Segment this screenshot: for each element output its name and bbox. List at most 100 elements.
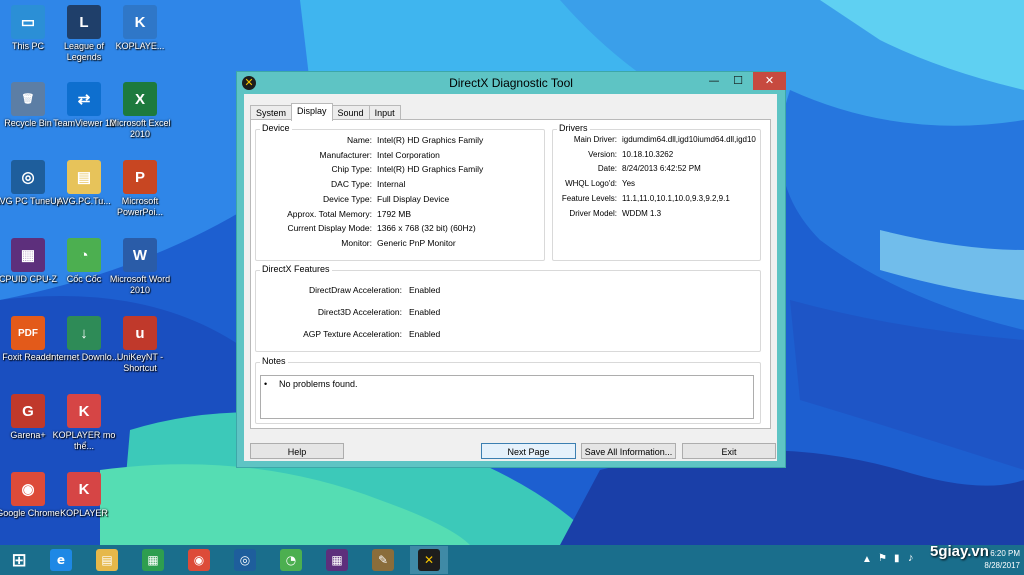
desktop-shortcut[interactable]: u UniKeyNT - Shortcut: [104, 316, 176, 374]
field-value: 10.18.10.3262: [622, 149, 674, 159]
taskbar-button[interactable]: ◔: [272, 546, 310, 574]
internet-download-manager-icon: ↓: [67, 316, 101, 350]
field-label: Driver Model:: [569, 208, 617, 218]
network-icon[interactable]: ▮: [894, 553, 900, 564]
field-label: WHQL Logo'd:: [565, 179, 617, 189]
maximize-button[interactable]: ☐: [726, 72, 750, 90]
store-icon: ▦: [142, 549, 164, 571]
volume-icon[interactable]: ♪: [908, 552, 914, 564]
field-value: 1366 x 768 (32 bit) (60Hz): [377, 223, 476, 234]
taskbar: ⊞ e ▤ ▦ ◉ ◎ ◔ ▦ ✎ ✕ ▲ ⚑ ▮ ♪ 6:20 PM 8/28/2017: [0, 545, 1024, 575]
system-tray[interactable]: ▲ ⚑ ▮ ♪: [862, 545, 922, 575]
desktop-shortcut[interactable]: P Microsoft PowerPoi...: [104, 160, 176, 218]
taskbar-button[interactable]: ✕: [410, 546, 448, 574]
field-label: DAC Type:: [331, 179, 372, 190]
field-value: Full Display Device: [377, 193, 450, 204]
google-chrome-icon: ◉: [11, 472, 45, 506]
save-all-information-button[interactable]: Save All Information...: [581, 443, 676, 459]
desktop-shortcut-label: KOPLAYER mo thể...: [52, 430, 116, 451]
cpu-z-taskbar-icon: ▦: [326, 549, 348, 571]
field-label: Date:: [597, 164, 617, 174]
taskbar-button[interactable]: ▤: [88, 546, 126, 574]
taskbar-button[interactable]: ◎: [226, 546, 264, 574]
desktop-shortcut-label: UniKeyNT - Shortcut: [116, 352, 164, 373]
foxit-reader-icon: PDF: [11, 316, 45, 350]
desktop-shortcut[interactable]: K KOPLAYE...: [104, 5, 176, 52]
field-label: Device Type:: [323, 193, 372, 204]
drivers-group: Drivers Main Driver: igdumdim64.dll,igd10…: [552, 123, 761, 261]
close-button[interactable]: ✕: [753, 72, 786, 90]
tab-strip: System Display Sound Input: [250, 103, 401, 121]
desktop-shortcut[interactable]: X Microsoft Excel 2010: [104, 82, 176, 140]
notes-group: Notes • No problems found.: [255, 356, 761, 424]
field-label: Approx. Total Memory:: [287, 208, 372, 219]
koplayer-folder-icon: K: [67, 394, 101, 428]
notes-textbox[interactable]: • No problems found.: [260, 375, 754, 419]
word-icon: W: [123, 238, 157, 272]
field-value: Internal: [377, 179, 406, 190]
minimize-button[interactable]: —: [702, 72, 726, 90]
taskbar-button[interactable]: ✎: [364, 546, 402, 574]
device-group: Device Name: Intel(R) HD Graphics Family M…: [255, 123, 545, 261]
next-page-button[interactable]: Next Page: [481, 443, 576, 459]
powerpoint-icon: P: [123, 160, 157, 194]
field-label: Current Display Mode:: [287, 223, 372, 234]
taskbar-button[interactable]: ⊞: [0, 546, 38, 574]
field-value: Generic PnP Monitor: [377, 237, 456, 248]
notes-item: No problems found.: [279, 379, 358, 389]
paint-taskbar-icon: ✎: [372, 549, 394, 571]
desktop-shortcut[interactable]: W Microsoft Word 2010: [104, 238, 176, 296]
unikey-icon: u: [123, 316, 157, 350]
field-label: DirectDraw Acceleration:: [308, 285, 402, 295]
this-pc-icon: ▭: [11, 5, 45, 39]
field-label: Main Driver:: [573, 135, 617, 144]
taskbar-button[interactable]: e: [42, 546, 80, 574]
field-label: Version:: [588, 149, 617, 159]
field-value: Intel(R) HD Graphics Family: [377, 135, 484, 145]
window-client-area: System Display Sound Input Device Name: I…: [244, 94, 777, 461]
exit-button[interactable]: Exit: [682, 443, 776, 459]
field-value: Enabled: [409, 285, 441, 295]
field-label: Chip Type:: [331, 164, 372, 175]
directx-taskbar-icon: ✕: [418, 549, 440, 571]
clock-time: 6:20 PM: [990, 549, 1020, 558]
koplayer-icon: K: [123, 5, 157, 39]
flag-icon[interactable]: ⚑: [878, 553, 887, 564]
taskbar-button[interactable]: ◉: [180, 546, 218, 574]
drivers-group-title: Drivers: [557, 123, 590, 133]
desktop-shortcut-label: Microsoft Excel 2010: [109, 118, 171, 139]
taskbar-button[interactable]: ▦: [318, 546, 356, 574]
field-label: AGP Texture Acceleration:: [303, 329, 402, 339]
display-tab-panel: Device Name: Intel(R) HD Graphics Family M…: [250, 119, 771, 429]
field-label: Direct3D Acceleration:: [317, 307, 402, 317]
recycle-bin-icon: 🗑: [11, 82, 45, 116]
tray-overflow-icon[interactable]: ▲: [862, 554, 872, 565]
clock-date: 8/28/2017: [984, 561, 1020, 570]
teamviewer-icon: ⇄: [67, 82, 101, 116]
garena-icon: G: [11, 394, 45, 428]
watermark-logo: 5giay.vn: [930, 543, 989, 560]
tab-display[interactable]: Display: [291, 103, 333, 121]
desktop-shortcut[interactable]: K KOPLAYER mo thể...: [48, 394, 120, 452]
field-value: Enabled: [409, 307, 441, 317]
taskbar-button[interactable]: ▦: [134, 546, 172, 574]
coccoc-taskbar-icon: ◔: [280, 549, 302, 571]
notes-bullet: •: [264, 379, 268, 389]
coccoc-icon: ◔: [67, 238, 101, 272]
start-button: ⊞: [11, 549, 27, 571]
koplayer-app-icon: K: [67, 472, 101, 506]
desktop-shortcut-label: Microsoft PowerPoi...: [116, 196, 164, 217]
title-bar[interactable]: ✕ DirectX Diagnostic Tool — ☐ ✕: [237, 72, 786, 94]
desktop-shortcut[interactable]: K KOPLAYER: [48, 472, 120, 519]
field-value: 8/24/2013 6:42:52 PM: [622, 164, 701, 174]
field-value: Enabled: [409, 329, 441, 339]
internet-explorer-icon: e: [50, 549, 72, 571]
field-value: igdumdim64.dll,igd10iumd64.dll,igd10: [622, 135, 756, 144]
file-explorer-icon: ▤: [96, 549, 118, 571]
help-button[interactable]: Help: [250, 443, 344, 459]
avg-tuneup-icon: ◎: [11, 160, 45, 194]
desktop-shortcut-label: KOPLAYER: [60, 508, 108, 518]
field-value: 1792 MB: [377, 208, 412, 219]
field-value: 11.1,11.0,10.1,10.0,9.3,9.2,9.1: [622, 193, 730, 203]
field-label: Feature Levels:: [561, 193, 617, 203]
